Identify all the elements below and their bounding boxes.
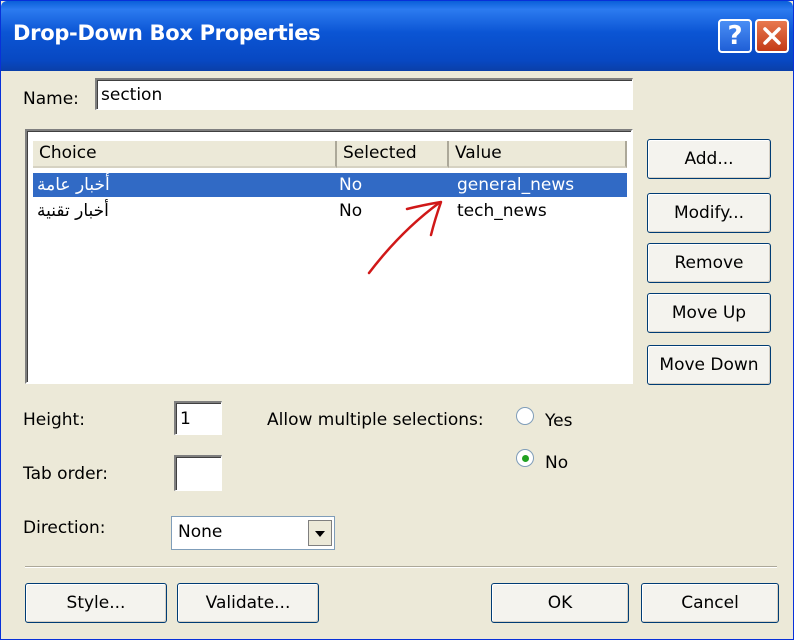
direction-label: Direction: bbox=[23, 518, 106, 538]
height-field[interactable]: 1 bbox=[174, 401, 222, 435]
row-choice: أخبار تقنية bbox=[37, 201, 109, 221]
radio-yes[interactable] bbox=[516, 407, 534, 425]
column-header-value[interactable]: Value bbox=[449, 141, 627, 168]
name-label: Name: bbox=[23, 89, 79, 109]
dialog-window: Drop-Down Box Properties ? Name: section… bbox=[0, 0, 794, 640]
radio-no-label[interactable]: No bbox=[545, 453, 568, 473]
move-down-button[interactable]: Move Down bbox=[647, 345, 771, 385]
ok-button[interactable]: OK bbox=[491, 583, 629, 623]
close-x-icon bbox=[763, 27, 781, 45]
direction-dropdown-button[interactable] bbox=[308, 520, 332, 546]
radio-no[interactable] bbox=[516, 449, 534, 467]
modify-button[interactable]: Modify... bbox=[647, 193, 771, 233]
row-value: general_news bbox=[457, 175, 575, 195]
cancel-button[interactable]: Cancel bbox=[641, 583, 779, 623]
footer-separator bbox=[25, 566, 777, 568]
tab-order-label: Tab order: bbox=[23, 464, 108, 484]
choices-list[interactable]: Choice Selected Value أخبار عامة No gene… bbox=[25, 129, 633, 384]
title-bar: Drop-Down Box Properties ? bbox=[1, 1, 793, 71]
height-value: 1 bbox=[180, 409, 191, 429]
radio-yes-label[interactable]: Yes bbox=[545, 411, 572, 431]
row-choice: أخبار عامة bbox=[37, 175, 110, 195]
height-label: Height: bbox=[23, 410, 85, 430]
help-button[interactable]: ? bbox=[718, 19, 752, 53]
name-value: section bbox=[101, 85, 163, 105]
column-header-choice[interactable]: Choice bbox=[33, 141, 337, 168]
remove-button[interactable]: Remove bbox=[647, 243, 771, 283]
multiple-selections-label: Allow multiple selections: bbox=[267, 410, 484, 430]
question-mark-icon: ? bbox=[727, 21, 743, 51]
radio-selected-dot bbox=[522, 455, 529, 462]
red-arrow-annotation-icon bbox=[367, 200, 443, 275]
column-header-selected[interactable]: Selected bbox=[337, 141, 449, 168]
validate-button[interactable]: Validate... bbox=[177, 583, 319, 623]
close-button[interactable] bbox=[755, 19, 789, 53]
list-row-tech-news[interactable]: أخبار تقنية No tech_news bbox=[33, 199, 627, 223]
direction-value: None bbox=[178, 522, 223, 542]
add-button[interactable]: Add... bbox=[647, 139, 771, 179]
style-button[interactable]: Style... bbox=[25, 583, 167, 623]
list-row-general-news[interactable]: أخبار عامة No general_news bbox=[33, 173, 627, 197]
chevron-down-icon bbox=[315, 531, 325, 537]
direction-select[interactable]: None bbox=[171, 516, 335, 550]
tab-order-field[interactable] bbox=[174, 455, 222, 491]
window-title: Drop-Down Box Properties bbox=[13, 21, 321, 45]
move-up-button[interactable]: Move Up bbox=[647, 293, 771, 333]
name-field[interactable]: section bbox=[95, 78, 633, 110]
